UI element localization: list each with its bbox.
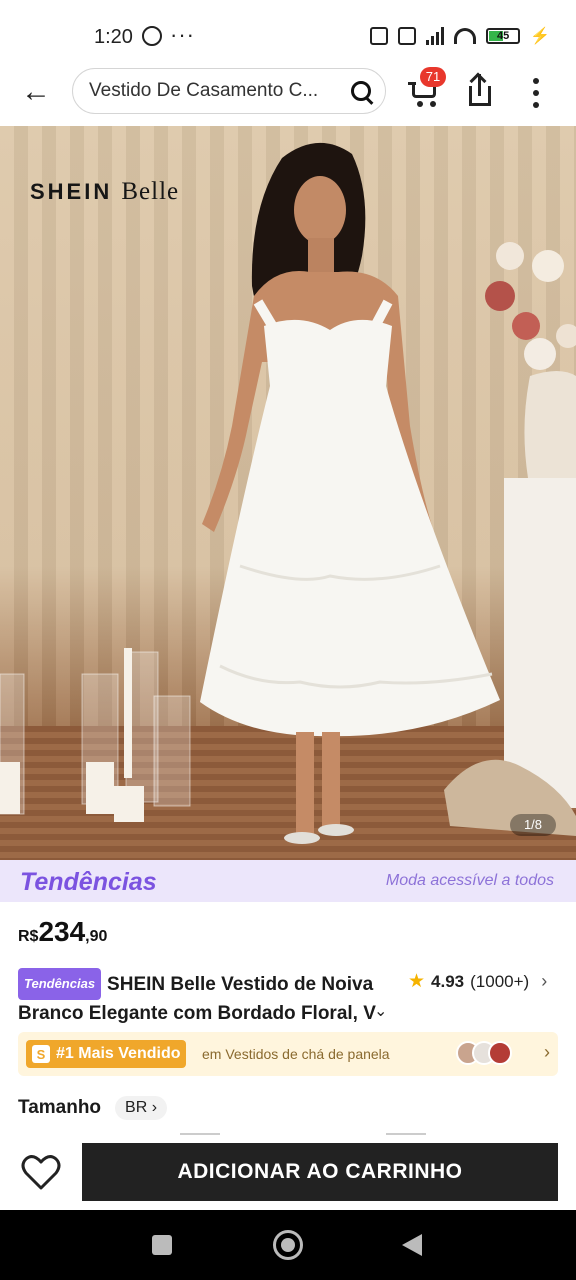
product-thumbnails (456, 1041, 512, 1065)
size-option-peek (180, 1133, 220, 1135)
battery-icon: 45 (486, 28, 521, 44)
volte-icon (398, 27, 417, 45)
product-image-carousel[interactable]: SHEIN Belle 1/8 (0, 126, 576, 860)
best-seller-category: em Vestidos de chá de panela (202, 1046, 390, 1062)
mute-icon (370, 27, 389, 45)
brand-logo: SHEIN Belle (30, 178, 179, 206)
more-options-icon[interactable] (530, 78, 542, 108)
price-integer: 234 (38, 916, 86, 947)
product-price: R$234,90 (18, 916, 107, 948)
whatsapp-icon (142, 26, 162, 46)
recent-apps-icon[interactable] (152, 1235, 172, 1255)
tendencias-banner[interactable]: Tendências Moda acessível a todos (0, 860, 576, 902)
more-notifications-icon: ··· (170, 22, 195, 47)
wishlist-heart-icon[interactable] (20, 1152, 62, 1194)
back-arrow-icon[interactable]: ← (20, 75, 52, 108)
size-option-peek (386, 1133, 426, 1135)
rating-count: (1000+) (470, 971, 530, 991)
star-icon: ★ (408, 971, 426, 992)
size-region-selector[interactable]: BR › (115, 1096, 168, 1120)
search-query[interactable]: Vestido De Casamento C... (89, 80, 351, 102)
system-navigation-bar (0, 1210, 576, 1280)
chevron-right-icon: › (544, 1042, 550, 1062)
brand-logo-sub: Belle (121, 178, 180, 205)
expand-title-chevron-icon[interactable]: ⌄ (374, 1001, 387, 1021)
price-decimal: ,90 (85, 928, 108, 945)
thumbnail-3 (488, 1041, 512, 1065)
size-region-value: BR (125, 1099, 148, 1116)
size-section: Tamanho BR › (18, 1096, 168, 1120)
status-time: 1:20 (94, 26, 133, 48)
tendencias-tag: Tendências (18, 968, 102, 1000)
home-icon[interactable] (273, 1230, 303, 1260)
tendencias-logo: Tendências (20, 868, 157, 896)
search-bar[interactable]: Vestido De Casamento C... (72, 68, 386, 114)
wifi-icon (454, 28, 477, 44)
tendencias-tagline: Moda acessível a todos (385, 872, 554, 889)
product-title-line2: Branco Elegante com Bordado Floral, V (18, 1003, 376, 1024)
chevron-right-icon: › (541, 971, 548, 991)
best-seller-label: #1 Mais Vendido (56, 1045, 181, 1062)
rating-score: 4.93 (431, 971, 465, 991)
status-bar: 1:20 ··· 45 ⚡ (0, 0, 576, 70)
cart-count-badge: 71 (420, 67, 446, 87)
battery-level: 45 (496, 30, 510, 42)
product-title[interactable]: Tendências SHEIN Belle Vestido de Noiva B… (18, 968, 398, 1028)
signal-icon (426, 27, 445, 45)
price-currency: R$ (18, 928, 39, 945)
best-seller-strip[interactable]: S #1 Mais Vendido em Vestidos de chá de … (18, 1032, 558, 1076)
best-seller-badge: S #1 Mais Vendido (26, 1040, 187, 1068)
size-label: Tamanho (18, 1097, 102, 1118)
share-icon[interactable] (466, 72, 496, 110)
charging-icon: ⚡ (530, 28, 550, 45)
image-counter: 1/8 (510, 814, 556, 836)
brand-logo-main: SHEIN (30, 179, 113, 204)
shein-s-icon: S (32, 1045, 50, 1063)
bottom-action-bar: ADICIONAR AO CARRINHO (0, 1136, 576, 1210)
system-back-icon[interactable] (402, 1234, 422, 1256)
add-to-cart-button[interactable]: ADICIONAR AO CARRINHO (82, 1143, 558, 1201)
status-icons: 45 ⚡ (370, 26, 550, 46)
search-icon[interactable] (351, 81, 371, 101)
product-rating[interactable]: ★ 4.93 (1000+) › (408, 970, 547, 993)
product-title-line1: SHEIN Belle Vestido de Noiva (107, 974, 374, 995)
top-app-bar: ← Vestido De Casamento C... 71 (0, 64, 576, 122)
product-photo (0, 142, 576, 844)
